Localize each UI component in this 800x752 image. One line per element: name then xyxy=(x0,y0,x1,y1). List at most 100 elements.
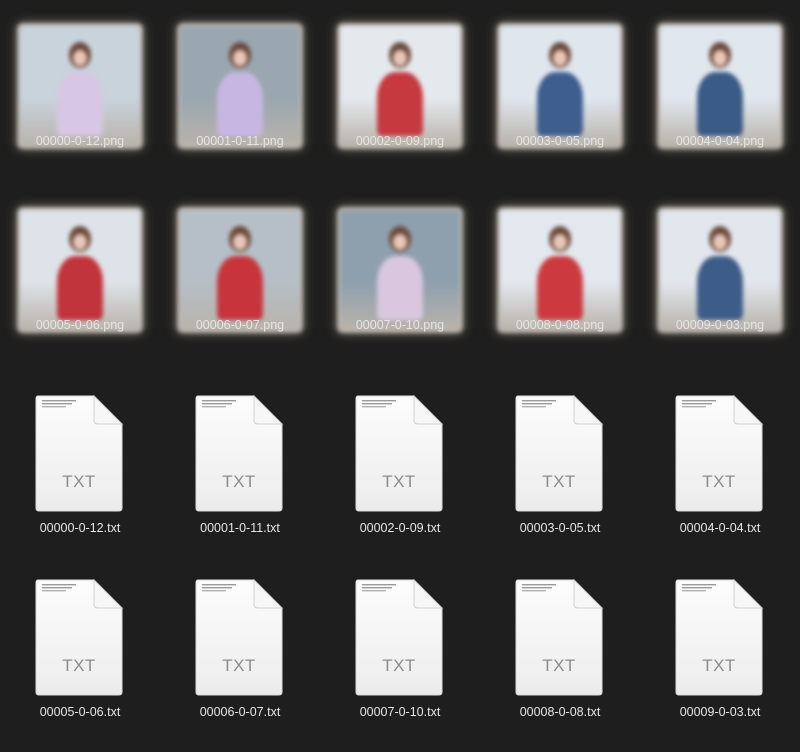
photo-subject-face xyxy=(233,50,247,66)
file-item-00002-0-09-png[interactable]: 00002-0-09.png xyxy=(320,0,480,184)
text-document-icon: TXT xyxy=(194,578,284,696)
image-thumbnail-icon xyxy=(500,26,620,146)
file-item-00003-0-05-png[interactable]: 00003-0-05.png xyxy=(480,0,640,184)
file-name-label: 00005-0-06.txt xyxy=(39,705,121,719)
photo-subject xyxy=(377,256,423,320)
photo-subject-face xyxy=(233,234,247,250)
file-item-00009-0-03-png[interactable]: 00009-0-03.png xyxy=(640,184,800,368)
image-thumbnail-icon xyxy=(660,210,780,330)
text-document-icon: TXT xyxy=(514,578,604,696)
photo-subject-face xyxy=(713,234,727,250)
photo-subject xyxy=(377,72,423,136)
file-name-label: 00008-0-08.txt xyxy=(519,705,601,719)
file-type-label: TXT xyxy=(222,472,256,491)
file-name-label: 00007-0-10.txt xyxy=(359,705,441,719)
image-thumbnail-icon xyxy=(180,26,300,146)
photo-subject xyxy=(217,72,263,136)
file-name-label: 00000-0-12.txt xyxy=(39,521,121,535)
text-document-icon: TXT xyxy=(354,394,444,512)
photo-subject-face xyxy=(713,50,727,66)
file-type-label: TXT xyxy=(542,656,576,675)
photo-subject xyxy=(697,72,743,136)
image-thumbnail xyxy=(500,210,620,330)
photo-subject-face xyxy=(553,234,567,250)
photo-subject-face xyxy=(393,50,407,66)
image-thumbnail xyxy=(500,26,620,146)
file-grid: 00000-0-12.png 00001-0-11.png 00002-0-09.p… xyxy=(0,0,800,744)
file-name-label: 00006-0-07.png xyxy=(195,318,285,332)
file-item-00006-0-07-txt[interactable]: TXT 00006-0-07.txt xyxy=(160,568,320,752)
text-document-icon: TXT xyxy=(34,578,124,696)
photo-subject xyxy=(537,72,583,136)
file-item-00000-0-12-txt[interactable]: TXT 00000-0-12.txt xyxy=(0,384,160,568)
file-item-00002-0-09-txt[interactable]: TXT 00002-0-09.txt xyxy=(320,384,480,568)
text-document-icon: TXT xyxy=(674,394,764,512)
file-name-label: 00005-0-06.png xyxy=(35,318,125,332)
photo-subject-face xyxy=(73,234,87,250)
photo-subject xyxy=(57,72,103,136)
file-type-label: TXT xyxy=(62,472,96,491)
image-thumbnail xyxy=(20,210,140,330)
file-item-00000-0-12-png[interactable]: 00000-0-12.png xyxy=(0,0,160,184)
file-item-00009-0-03-txt[interactable]: TXT 00009-0-03.txt xyxy=(640,568,800,752)
file-name-label: 00002-0-09.txt xyxy=(359,521,441,535)
text-document-icon: TXT xyxy=(354,578,444,696)
photo-subject-face xyxy=(553,50,567,66)
file-name-label: 00009-0-03.txt xyxy=(679,705,761,719)
file-item-00001-0-11-txt[interactable]: TXT 00001-0-11.txt xyxy=(160,384,320,568)
text-document-icon: TXT xyxy=(514,394,604,512)
file-type-label: TXT xyxy=(382,656,416,675)
image-thumbnail xyxy=(20,26,140,146)
image-thumbnail-icon xyxy=(20,26,140,146)
file-item-00007-0-10-txt[interactable]: TXT 00007-0-10.txt xyxy=(320,568,480,752)
file-item-00008-0-08-png[interactable]: 00008-0-08.png xyxy=(480,184,640,368)
text-document-icon: TXT xyxy=(194,394,284,512)
photo-subject-face xyxy=(73,50,87,66)
file-item-00004-0-04-png[interactable]: 00004-0-04.png xyxy=(640,0,800,184)
text-document-icon: TXT xyxy=(674,578,764,696)
file-type-label: TXT xyxy=(542,472,576,491)
file-name-label: 00001-0-11.png xyxy=(196,134,284,148)
file-item-00001-0-11-png[interactable]: 00001-0-11.png xyxy=(160,0,320,184)
image-thumbnail xyxy=(340,26,460,146)
file-name-label: 00006-0-07.txt xyxy=(199,705,281,719)
file-name-label: 00009-0-03.png xyxy=(675,318,765,332)
image-thumbnail xyxy=(180,210,300,330)
image-thumbnail xyxy=(340,210,460,330)
file-name-label: 00004-0-04.png xyxy=(675,134,765,148)
file-type-label: TXT xyxy=(382,472,416,491)
file-name-label: 00004-0-04.txt xyxy=(679,521,761,535)
file-item-00007-0-10-png[interactable]: 00007-0-10.png xyxy=(320,184,480,368)
file-name-label: 00002-0-09.png xyxy=(355,134,445,148)
file-item-00005-0-06-txt[interactable]: TXT 00005-0-06.txt xyxy=(0,568,160,752)
image-thumbnail-icon xyxy=(340,210,460,330)
photo-subject xyxy=(57,256,103,320)
image-thumbnail-icon xyxy=(20,210,140,330)
image-thumbnail-icon xyxy=(660,26,780,146)
file-name-label: 00001-0-11.txt xyxy=(200,521,280,535)
file-item-00003-0-05-txt[interactable]: TXT 00003-0-05.txt xyxy=(480,384,640,568)
image-thumbnail-icon xyxy=(180,210,300,330)
file-item-00004-0-04-txt[interactable]: TXT 00004-0-04.txt xyxy=(640,384,800,568)
file-name-label: 00000-0-12.png xyxy=(35,134,125,148)
photo-subject xyxy=(217,256,263,320)
file-name-label: 00007-0-10.png xyxy=(355,318,445,332)
photo-subject xyxy=(697,256,743,320)
file-name-label: 00003-0-05.txt xyxy=(519,521,601,535)
photo-subject xyxy=(537,256,583,320)
image-thumbnail-icon xyxy=(340,26,460,146)
file-type-label: TXT xyxy=(62,656,96,675)
file-name-label: 00003-0-05.png xyxy=(515,134,605,148)
image-thumbnail xyxy=(660,210,780,330)
image-thumbnail xyxy=(180,26,300,146)
file-item-00005-0-06-png[interactable]: 00005-0-06.png xyxy=(0,184,160,368)
file-type-label: TXT xyxy=(222,656,256,675)
file-item-00006-0-07-png[interactable]: 00006-0-07.png xyxy=(160,184,320,368)
image-thumbnail xyxy=(660,26,780,146)
file-type-label: TXT xyxy=(702,472,736,491)
file-name-label: 00008-0-08.png xyxy=(515,318,605,332)
file-type-label: TXT xyxy=(702,656,736,675)
file-item-00008-0-08-txt[interactable]: TXT 00008-0-08.txt xyxy=(480,568,640,752)
text-document-icon: TXT xyxy=(34,394,124,512)
photo-subject-face xyxy=(393,234,407,250)
